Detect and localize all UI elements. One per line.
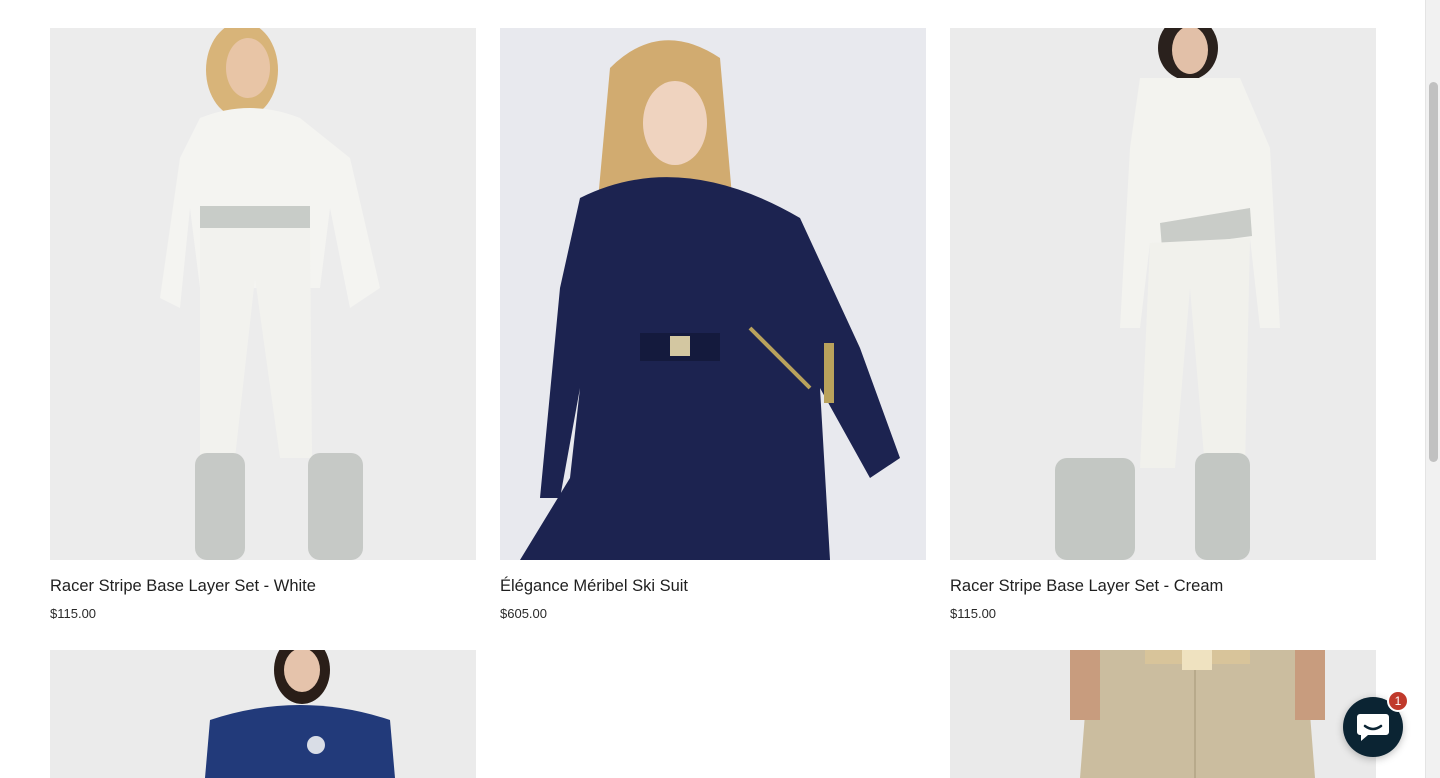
product-card[interactable]: Racer Stripe Base Layer Set - White $115… xyxy=(50,28,476,621)
product-title[interactable]: Racer Stripe Base Layer Set - Cream xyxy=(950,577,1223,596)
product-card[interactable]: Élégance Méribel Ski Suit $605.00 xyxy=(500,28,926,621)
page-scrollbar[interactable] xyxy=(1425,0,1440,778)
product-image[interactable] xyxy=(50,650,476,778)
product-title[interactable]: Racer Stripe Base Layer Set - White xyxy=(50,577,316,596)
product-image[interactable] xyxy=(500,28,926,560)
product-image[interactable] xyxy=(950,650,1376,778)
product-card[interactable] xyxy=(50,650,476,778)
product-card[interactable]: Racer Stripe Base Layer Set - Cream $115… xyxy=(950,28,1376,621)
product-card[interactable] xyxy=(950,650,1376,778)
product-image[interactable] xyxy=(950,28,1376,560)
chat-notification-badge: 1 xyxy=(1387,690,1409,712)
product-title[interactable]: Élégance Méribel Ski Suit xyxy=(500,577,688,596)
product-image[interactable] xyxy=(50,28,476,560)
product-price: $115.00 xyxy=(950,606,997,621)
chat-icon xyxy=(1357,714,1389,741)
product-price: $605.00 xyxy=(500,606,547,621)
product-price: $115.00 xyxy=(50,606,97,621)
scrollbar-thumb[interactable] xyxy=(1429,82,1438,462)
